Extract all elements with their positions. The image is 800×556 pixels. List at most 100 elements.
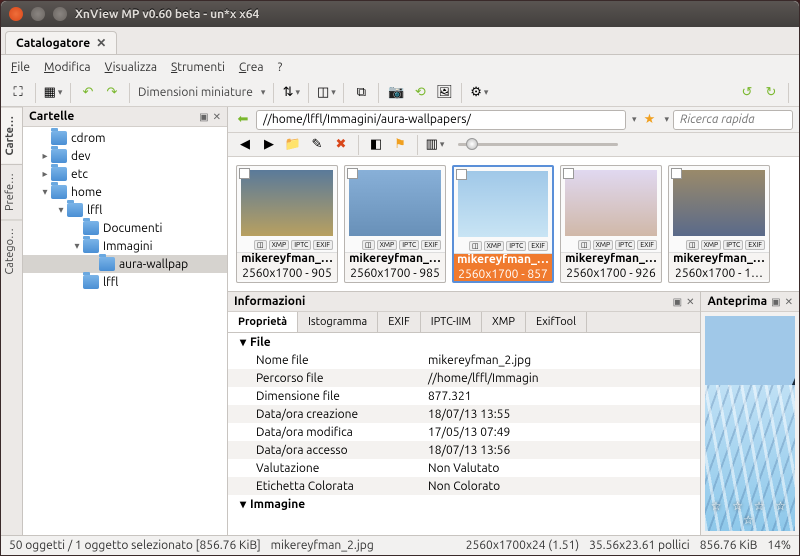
panel-layout-icon[interactable]: ▥▾ — [426, 136, 444, 154]
tab-exiftool[interactable]: ExifTool — [526, 312, 587, 332]
fullscreen-icon[interactable]: ⛶ — [9, 84, 27, 102]
twisty-icon[interactable]: ▸ — [39, 168, 51, 180]
gear-icon[interactable]: ⚙▾ — [470, 84, 488, 102]
thumbnail[interactable]: ◫XMPIPTCEXIFmikereyfman_…2560x1700 - 857 — [452, 165, 554, 283]
minimize-icon[interactable] — [31, 7, 45, 21]
redo-icon[interactable]: ↻ — [762, 84, 780, 102]
thumb-checkbox[interactable] — [239, 168, 250, 179]
twisty-icon[interactable]: ▾ — [39, 186, 51, 198]
thumb-checkbox[interactable] — [347, 168, 358, 179]
thumbnail-size-label[interactable]: Dimensioni miniature — [138, 86, 253, 99]
detach-icon[interactable]: ▣ — [199, 111, 208, 123]
menu-visualizza[interactable]: Visualizza — [105, 61, 157, 74]
close-icon[interactable] — [9, 7, 23, 21]
menu-strumenti[interactable]: Strumenti — [171, 61, 225, 74]
nav-fwd-icon[interactable]: ▶ — [260, 136, 278, 154]
tree-item-lffl[interactable]: lffl — [23, 273, 227, 291]
thumb-size-slider[interactable] — [458, 143, 618, 146]
undo-icon[interactable]: ↺ — [738, 84, 756, 102]
tree-item-home[interactable]: ▾home — [23, 183, 227, 201]
forward-folder-icon[interactable]: ↷ — [103, 84, 121, 102]
path-history-icon[interactable]: ▾ — [632, 114, 637, 125]
sidetab-cartelle[interactable]: Carte… — [1, 107, 22, 164]
tree-item-documenti[interactable]: Documenti — [23, 219, 227, 237]
thumbnail-grid[interactable]: ◫XMPIPTCEXIFmikereyfman_…2560x1700 - 905… — [228, 157, 799, 292]
folder-tree[interactable]: cdrom▸dev▸etc▾home▾lfflDocumenti▾Immagin… — [23, 127, 227, 535]
thumbnail[interactable]: ◫XMPIPTCEXIFmikereyfman_…2560x1700 - 905 — [236, 165, 338, 283]
tab-xmp[interactable]: XMP — [482, 312, 526, 332]
edit-icon[interactable]: ✎ — [308, 136, 326, 154]
tree-item-etc[interactable]: ▸etc — [23, 165, 227, 183]
path-input[interactable] — [256, 110, 626, 130]
twisty-icon[interactable]: ▾ — [240, 335, 246, 349]
menu-help[interactable]: ? — [278, 61, 283, 74]
close-panel-icon[interactable]: ✕ — [785, 296, 793, 308]
menu-modifica[interactable]: Modifica — [44, 61, 91, 74]
twisty-icon[interactable]: ▾ — [240, 497, 246, 511]
twisty-icon[interactable]: ▾ — [55, 204, 67, 216]
menubar: File Modifica Visualizza Strumenti Crea … — [1, 55, 799, 79]
thumbnail[interactable]: ◫XMPIPTCEXIFmikereyfman_…2560x1700 - 926 — [560, 165, 662, 283]
thumb-checkbox[interactable] — [671, 168, 682, 179]
status-bar: 50 oggetti / 1 oggetto selezionato [856.… — [1, 535, 799, 555]
group-image: Immagine — [250, 498, 305, 511]
tab-proprieta[interactable]: Proprietà — [228, 312, 298, 332]
property-value: 18/07/13 13:56 — [428, 444, 510, 457]
new-folder-icon[interactable]: 📁 — [284, 136, 302, 154]
sidetab-categorie[interactable]: Catego… — [1, 219, 22, 282]
select-all-icon[interactable]: ◧ — [367, 136, 385, 154]
camera-icon[interactable]: 📷 — [387, 84, 405, 102]
thumb-checkbox[interactable] — [563, 168, 574, 179]
preview-image[interactable]: ☆ ☆ ☆ ☆ ☆ — [705, 316, 795, 531]
twisty-icon[interactable]: ▸ — [39, 150, 51, 162]
detach-icon[interactable]: ▣ — [673, 296, 682, 308]
detach-icon[interactable]: ▣ — [771, 296, 780, 308]
menu-file[interactable]: File — [11, 61, 30, 74]
folder-icon — [67, 203, 83, 217]
rating-stars[interactable]: ☆ ☆ ☆ ☆ ☆ — [705, 499, 795, 527]
property-row: Percorso file//home/lffl/Immagin — [228, 369, 700, 387]
status-filesize: 856.76 KiB — [700, 539, 758, 552]
nav-back-icon[interactable]: ◀ — [236, 136, 254, 154]
slider-thumb[interactable] — [466, 138, 478, 150]
maximize-icon[interactable] — [53, 7, 67, 21]
tab-catalogatore[interactable]: Catalogatore ✕ — [5, 31, 117, 54]
menu-crea[interactable]: Crea — [239, 61, 264, 74]
tree-item-lffl[interactable]: ▾lffl — [23, 201, 227, 219]
tree-item-immagini[interactable]: ▾ Immagini — [23, 237, 227, 255]
thumbnail[interactable]: ◫XMPIPTCEXIFmikereyfman_…2560x1700 - 1… — [668, 165, 770, 283]
batch-icon[interactable]: 🖼 — [435, 84, 453, 102]
folder-label: cdrom — [71, 132, 105, 145]
thumb-checkbox[interactable] — [456, 169, 467, 180]
up-folder-icon[interactable]: ↶ — [79, 84, 97, 102]
favorite-icon[interactable]: ★ — [640, 111, 658, 129]
twisty-icon[interactable]: ▾ — [71, 240, 83, 252]
tree-item-aura-wallpap[interactable]: aura-wallpap — [23, 255, 227, 273]
main-toolbar: ⛶ ▦▾ ↶ ↷ Dimensioni miniature ▾ ⇅▾ ◫▾ ⧉ 📷… — [1, 79, 799, 107]
chevron-down-icon[interactable]: ▾ — [261, 87, 266, 98]
delete-icon[interactable]: ✖ — [332, 136, 350, 154]
close-panel-icon[interactable]: ✕ — [213, 111, 221, 123]
folder-label: Immagini — [103, 240, 153, 253]
tree-item-cdrom[interactable]: cdrom — [23, 129, 227, 147]
filter-icon[interactable]: ◫▾ — [317, 84, 335, 102]
search-input[interactable] — [673, 110, 793, 130]
tree-item-dev[interactable]: ▸dev — [23, 147, 227, 165]
folder-icon — [83, 221, 99, 235]
sidetab-preferiti[interactable]: Prefe… — [1, 164, 22, 219]
thumbnail[interactable]: ◫XMPIPTCEXIFmikereyfman_…2560x1700 - 985 — [344, 165, 446, 283]
side-tab-strip: Carte… Prefe… Catego… — [1, 107, 23, 535]
close-tab-icon[interactable]: ✕ — [96, 36, 106, 50]
back-icon[interactable]: ⬅ — [234, 111, 252, 129]
flag-icon[interactable]: ⚑ — [391, 136, 409, 154]
view-grid-icon[interactable]: ▦▾ — [44, 84, 62, 102]
tab-iptc[interactable]: IPTC-IIM — [421, 312, 482, 332]
close-panel-icon[interactable]: ✕ — [686, 296, 694, 308]
tab-exif[interactable]: EXIF — [378, 312, 421, 332]
compare-icon[interactable]: ⧉ — [352, 84, 370, 102]
sort-icon[interactable]: ⇅▾ — [282, 84, 300, 102]
chevron-down-icon[interactable]: ▾ — [664, 114, 669, 125]
tab-istogramma[interactable]: Istogramma — [298, 312, 378, 332]
thumb-image — [565, 170, 657, 236]
convert-icon[interactable]: ⟲ — [411, 84, 429, 102]
